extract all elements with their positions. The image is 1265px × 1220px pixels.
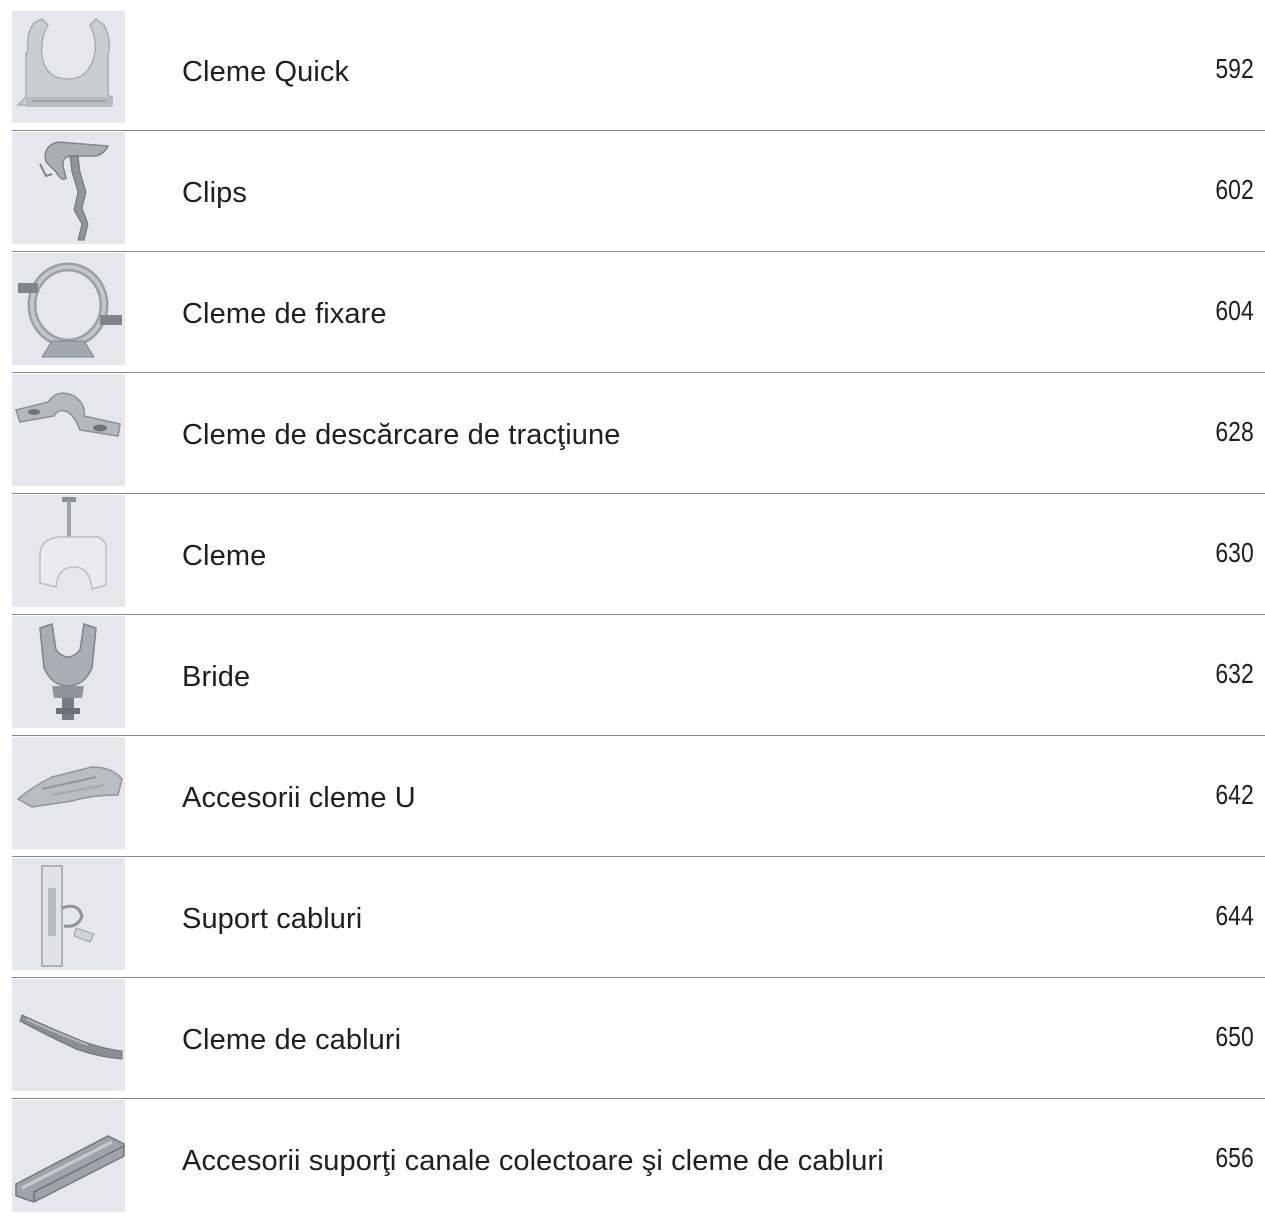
entry-title: Suport cabluri	[182, 903, 363, 935]
entry-page-number: 632	[1215, 658, 1254, 689]
list-item[interactable]: Bride 632	[12, 615, 1265, 736]
quick-clamp-icon	[12, 11, 125, 123]
list-item[interactable]: Cleme 630	[12, 494, 1265, 615]
entry-page-number: 592	[1215, 53, 1254, 84]
list-item[interactable]: Accesorii suporţi canale colectoare şi c…	[12, 1099, 1265, 1220]
entry-title: Cleme de fixare	[182, 298, 387, 330]
entry-page-number: 630	[1215, 537, 1254, 568]
entry-title: Accesorii cleme U	[182, 782, 416, 814]
list-item[interactable]: Accesorii cleme U 642	[12, 736, 1265, 857]
u-clamp-accessory-icon	[12, 737, 125, 849]
product-category-list: Cleme Quick 592 Clips 602 Cleme de fixar…	[12, 10, 1265, 1220]
cable-clamp-icon	[12, 979, 125, 1091]
entry-page-number: 656	[1215, 1142, 1254, 1173]
entry-title: Cleme Quick	[182, 56, 350, 88]
list-item[interactable]: Cleme Quick 592	[12, 10, 1265, 131]
list-item[interactable]: Cleme de descărcare de tracţiune 628	[12, 373, 1265, 494]
list-item[interactable]: Cleme de cabluri 650	[12, 978, 1265, 1099]
entry-page-number: 602	[1215, 174, 1254, 205]
cable-support-icon	[12, 858, 125, 970]
entry-page-number: 604	[1215, 295, 1254, 326]
fixing-clamp-icon	[12, 253, 125, 365]
entry-title: Cleme de cabluri	[182, 1024, 402, 1056]
bracket-icon	[12, 616, 125, 728]
strain-relief-clamp-icon	[12, 374, 125, 486]
list-item[interactable]: Clips 602	[12, 131, 1265, 252]
nail-clip-icon	[12, 495, 125, 607]
clip-icon	[12, 132, 125, 244]
channel-accessory-icon	[12, 1100, 125, 1212]
entry-page-number: 644	[1215, 900, 1254, 931]
entry-title: Cleme	[182, 540, 267, 572]
list-item[interactable]: Cleme de fixare 604	[12, 252, 1265, 373]
entry-title: Clips	[182, 177, 247, 209]
entry-title: Accesorii suporţi canale colectoare şi c…	[182, 1145, 884, 1177]
list-item[interactable]: Suport cabluri 644	[12, 857, 1265, 978]
entry-page-number: 650	[1215, 1021, 1254, 1052]
entry-title: Cleme de descărcare de tracţiune	[182, 419, 621, 451]
entry-page-number: 642	[1215, 779, 1254, 810]
entry-title: Bride	[182, 661, 251, 693]
entry-page-number: 628	[1215, 416, 1254, 447]
